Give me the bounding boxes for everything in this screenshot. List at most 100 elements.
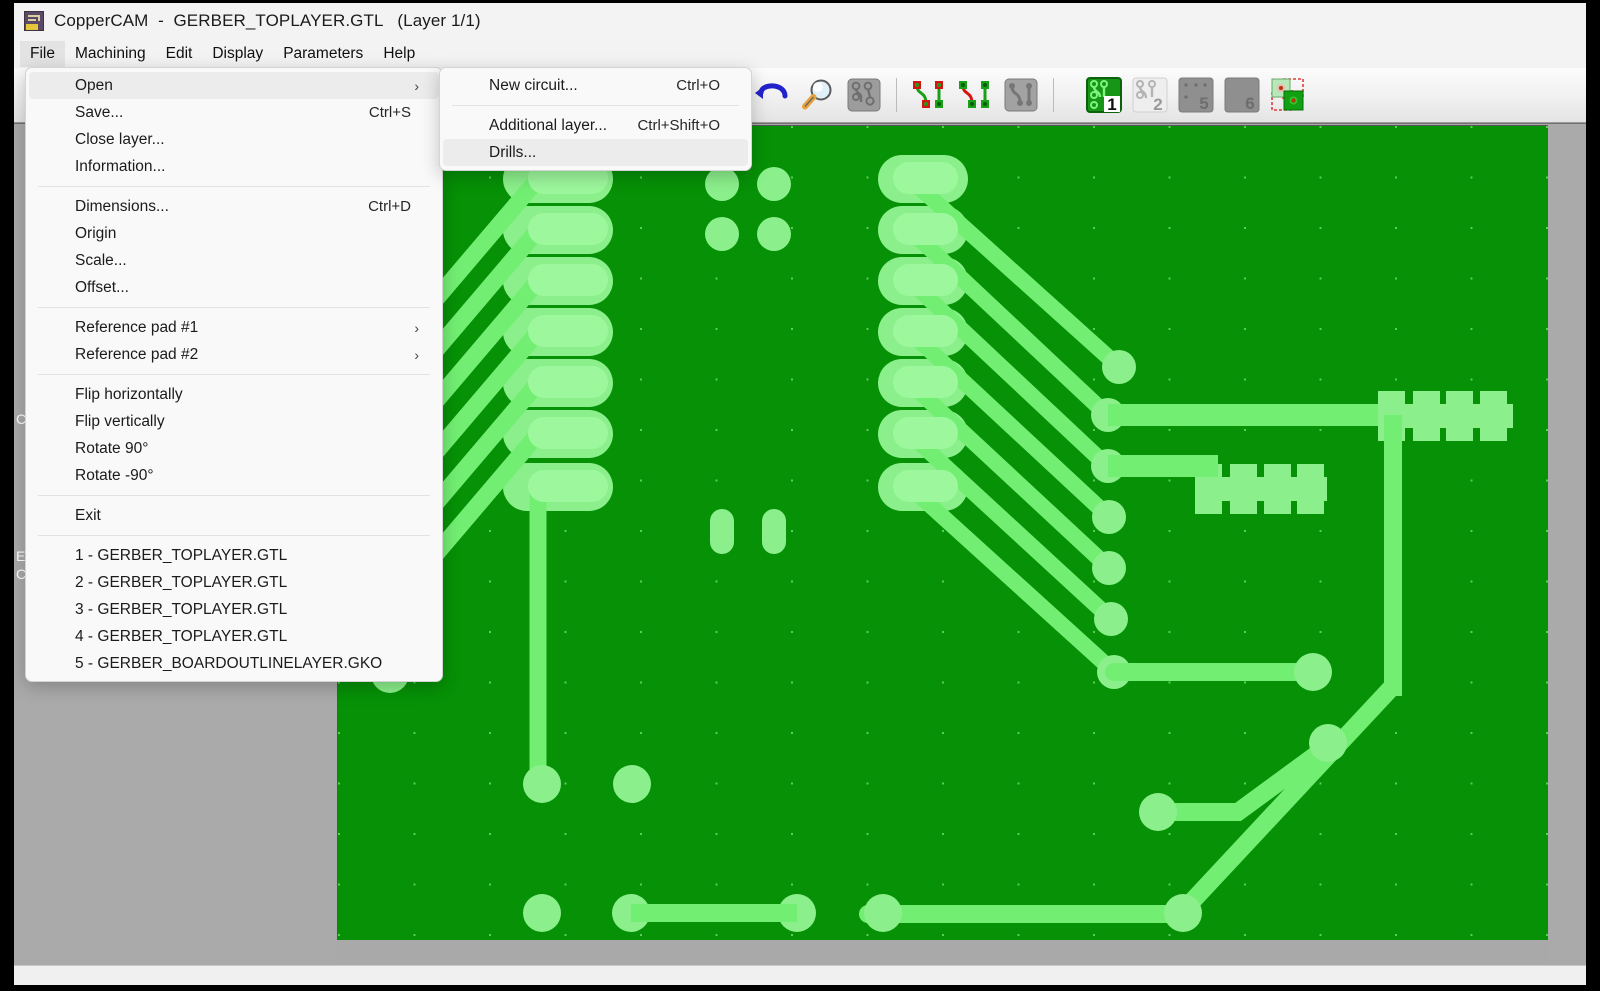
menu-item-reference-pad-2[interactable]: Reference pad #2 ›: [29, 341, 439, 368]
menu-item-rotate-minus-90-label: Rotate -90°: [75, 466, 154, 484]
menu-item-recent-1[interactable]: 1 - GERBER_TOPLAYER.GTL: [29, 542, 439, 569]
menu-item-recent-1-label: 1 - GERBER_TOPLAYER.GTL: [75, 546, 288, 564]
menu-item-origin[interactable]: Origin: [29, 220, 439, 247]
menu-item-reference-pad-2-label: Reference pad #2: [75, 345, 199, 363]
submenu-item-additional-layer-accel: Ctrl+Shift+O: [637, 117, 720, 134]
pcb-canvas[interactable]: [337, 125, 1548, 940]
application-window: CopperCAM - GERBER_TOPLAYER.GTL (Layer 1…: [14, 3, 1586, 985]
menu-item-offset[interactable]: Offset...: [29, 274, 439, 301]
menu-item-save-label: Save...: [75, 103, 124, 121]
menu-separator-2: [38, 307, 430, 308]
green-pads-button[interactable]: [952, 72, 998, 118]
menu-item-recent-5-label: 5 - GERBER_BOARDOUTLINELAYER.GKO: [75, 654, 383, 672]
menu-item-exit[interactable]: Exit: [29, 502, 439, 529]
menu-item-recent-5[interactable]: 5 - GERBER_BOARDOUTLINELAYER.GKO: [29, 650, 439, 677]
menu-item-recent-2[interactable]: 2 - GERBER_TOPLAYER.GTL: [29, 569, 439, 596]
zoom-button[interactable]: [795, 72, 841, 118]
menubar-item-display[interactable]: Display: [202, 41, 273, 67]
menu-item-rotate-minus-90[interactable]: Rotate -90°: [29, 462, 439, 489]
menu-item-exit-label: Exit: [75, 506, 101, 524]
toolbar-separator-1: [896, 78, 897, 112]
menu-item-dimensions-accel: Ctrl+D: [368, 198, 411, 215]
status-bar: [14, 965, 1586, 985]
menu-separator-1: [38, 186, 430, 187]
red-pads-button[interactable]: [906, 72, 952, 118]
board-view-button[interactable]: [841, 72, 887, 118]
submenu-item-drills[interactable]: Drills...: [443, 139, 748, 166]
undo-button[interactable]: [749, 72, 795, 118]
menu-item-offset-label: Offset...: [75, 278, 129, 296]
layer-1-button[interactable]: 1: [1081, 72, 1127, 118]
layer-2-button[interactable]: 2: [1127, 72, 1173, 118]
layer-6-label: 6: [1245, 94, 1254, 113]
overlay-button[interactable]: [1265, 72, 1311, 118]
coppercam-app-icon: [24, 11, 44, 31]
toolbar-separator-2: [1053, 78, 1054, 112]
menu-item-close-layer[interactable]: Close layer...: [29, 126, 439, 153]
open-submenu-popup[interactable]: New circuit... Ctrl+O Additional layer..…: [439, 67, 752, 171]
pcb-canvas-container[interactable]: [336, 124, 1548, 965]
menu-item-recent-3-label: 3 - GERBER_TOPLAYER.GTL: [75, 600, 288, 618]
green-pads-icon: [959, 81, 989, 108]
menu-item-flip-vertically[interactable]: Flip vertically: [29, 408, 439, 435]
menu-separator-4: [38, 495, 430, 496]
menu-item-scale-label: Scale...: [75, 251, 127, 269]
menu-item-rotate-90-label: Rotate 90°: [75, 439, 149, 457]
menu-item-recent-4[interactable]: 4 - GERBER_TOPLAYER.GTL: [29, 623, 439, 650]
layer-6-button[interactable]: 6: [1219, 72, 1265, 118]
overlay-icon: [1271, 78, 1304, 111]
menu-item-open-label: Open: [75, 76, 113, 94]
menu-item-reference-pad-1[interactable]: Reference pad #1 ›: [29, 314, 439, 341]
menu-item-recent-2-label: 2 - GERBER_TOPLAYER.GTL: [75, 573, 288, 591]
menubar-item-machining[interactable]: Machining: [65, 41, 156, 67]
layer-5-icon: 5: [1178, 77, 1214, 113]
menu-item-origin-label: Origin: [75, 224, 117, 242]
menu-item-rotate-90[interactable]: Rotate 90°: [29, 435, 439, 462]
red-pads-icon: [913, 81, 943, 108]
menu-item-save-accel: Ctrl+S: [368, 104, 411, 121]
layer-6-icon: 6: [1224, 77, 1260, 113]
submenu-item-new-circuit-label: New circuit...: [489, 76, 578, 94]
submenu-separator-1: [452, 105, 739, 106]
menubar-item-file[interactable]: File: [20, 40, 65, 67]
menu-item-recent-3[interactable]: 3 - GERBER_TOPLAYER.GTL: [29, 596, 439, 623]
zoom-icon: [802, 79, 832, 110]
window-title: CopperCAM - GERBER_TOPLAYER.GTL (Layer 1…: [54, 11, 481, 30]
menu-item-flip-horizontally[interactable]: Flip horizontally: [29, 381, 439, 408]
menu-item-dimensions-label: Dimensions...: [75, 197, 169, 215]
menu-item-close-layer-label: Close layer...: [75, 130, 165, 148]
board-view-icon: [847, 78, 881, 112]
menu-item-information-label: Information...: [75, 157, 166, 175]
menu-item-save[interactable]: Save... Ctrl+S: [29, 99, 439, 126]
menu-item-scale[interactable]: Scale...: [29, 247, 439, 274]
menu-item-flip-horizontally-label: Flip horizontally: [75, 385, 183, 403]
menubar-item-help[interactable]: Help: [373, 41, 425, 67]
layer-1-label: 1: [1107, 95, 1116, 113]
menu-item-reference-pad-1-label: Reference pad #1: [75, 318, 199, 336]
menu-item-open[interactable]: Open ›: [29, 72, 439, 99]
layer-2-icon: 2: [1132, 77, 1168, 113]
submenu-item-new-circuit[interactable]: New circuit... Ctrl+O: [443, 72, 748, 99]
layer-5-label: 5: [1199, 94, 1208, 113]
layer-2-label: 2: [1153, 95, 1162, 113]
partial-label-2: E: [16, 548, 26, 564]
layer-5-button[interactable]: 5: [1173, 72, 1219, 118]
tracks-icon: [1004, 78, 1038, 112]
submenu-item-additional-layer[interactable]: Additional layer... Ctrl+Shift+O: [443, 112, 748, 139]
undo-icon: [755, 83, 788, 99]
menu-item-dimensions[interactable]: Dimensions... Ctrl+D: [29, 193, 439, 220]
menu-item-recent-4-label: 4 - GERBER_TOPLAYER.GTL: [75, 627, 288, 645]
layer-1-icon: 1: [1086, 77, 1122, 113]
file-menu-popup[interactable]: Open › Save... Ctrl+S Close layer... Inf…: [25, 67, 443, 682]
menu-bar: File Machining Edit Display Parameters H…: [14, 39, 1586, 68]
pcb-artwork: [338, 126, 1548, 940]
menubar-item-edit[interactable]: Edit: [156, 41, 203, 67]
menu-separator-5: [38, 535, 430, 536]
chevron-right-icon: ›: [414, 319, 419, 336]
menubar-item-parameters[interactable]: Parameters: [273, 41, 373, 67]
chevron-right-icon: ›: [414, 77, 419, 94]
tracks-button[interactable]: [998, 72, 1044, 118]
menu-separator-3: [38, 374, 430, 375]
submenu-item-drills-label: Drills...: [489, 143, 537, 161]
menu-item-information[interactable]: Information...: [29, 153, 439, 180]
